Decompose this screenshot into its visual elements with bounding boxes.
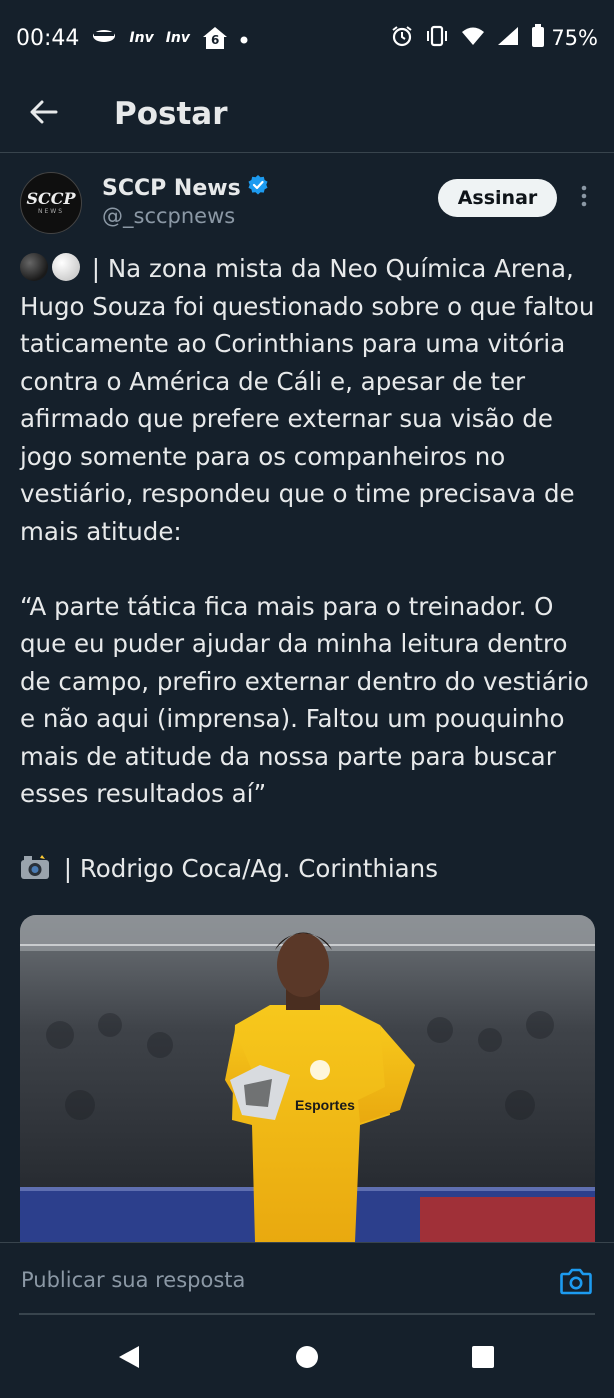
more-vertical-icon [581,185,587,211]
post-image[interactable]: Esportes [20,915,595,1242]
goalkeeper-photo: Esportes [20,915,595,1242]
circle-home-icon [295,1345,319,1373]
wifi-icon [461,26,485,50]
status-label-inv-2: Inv [165,30,191,46]
alarm-icon [391,25,413,51]
reply-input[interactable] [19,1259,543,1301]
status-time: 00:44 [16,25,80,51]
camera-icon [560,1268,592,1299]
page-title: Postar [114,96,228,132]
eye-icon [91,27,117,49]
status-label-inv-1: Inv [129,30,154,46]
post-paragraph-3: | Rodrigo Coca/Ag. Corinthians [56,854,438,883]
author-name[interactable]: SCCP News [102,174,269,202]
square-recents-icon [471,1345,495,1373]
post-text: | Na zona mista da Neo Química Arena, Hu… [20,250,600,888]
nav-home-button[interactable] [290,1342,324,1376]
subscribe-button[interactable]: Assinar [438,179,557,217]
status-bar: 00:44 Inv Inv 6 75% [0,0,614,76]
verified-badge-icon [247,174,269,202]
white-circle-emoji-icon [52,253,80,281]
nav-recents-button[interactable] [466,1342,500,1376]
post-header: SCCP NEWS SCCP News @_sccpnews Assinar [20,170,594,240]
reply-divider [19,1313,595,1315]
battery-percentage: 75% [551,26,598,50]
post-paragraph-1: | Na zona mista da Neo Química Arena, Hu… [20,254,603,546]
jersey-sponsor-text: Esportes [295,1097,355,1113]
nav-back-button[interactable] [112,1342,146,1376]
system-navigation-bar [0,1320,614,1398]
reply-bar [0,1242,614,1320]
post-paragraph-2: “A parte tática fica mais para o treinad… [20,591,597,809]
author-name-text: SCCP News [102,175,241,201]
signal-icon [497,26,519,50]
home-badge-number: 6 [211,33,220,47]
more-options-button[interactable] [572,184,596,212]
arrow-left-icon [30,100,58,128]
avatar-logo-text: SCCP [26,189,76,208]
dot-icon [240,29,248,48]
back-button[interactable] [16,86,72,142]
triangle-back-icon [117,1344,141,1374]
avatar-logo-subtext: NEWS [37,208,65,215]
author-handle[interactable]: @_sccpnews [102,204,235,228]
battery-icon [531,24,545,52]
top-app-bar: Postar [0,76,614,153]
black-circle-emoji-icon [20,253,48,281]
avatar[interactable]: SCCP NEWS [20,172,82,234]
home-badge-icon: 6 [202,26,228,50]
vibrate-icon [425,25,449,51]
camera-flash-emoji-icon [20,853,50,879]
camera-button[interactable] [560,1267,592,1299]
